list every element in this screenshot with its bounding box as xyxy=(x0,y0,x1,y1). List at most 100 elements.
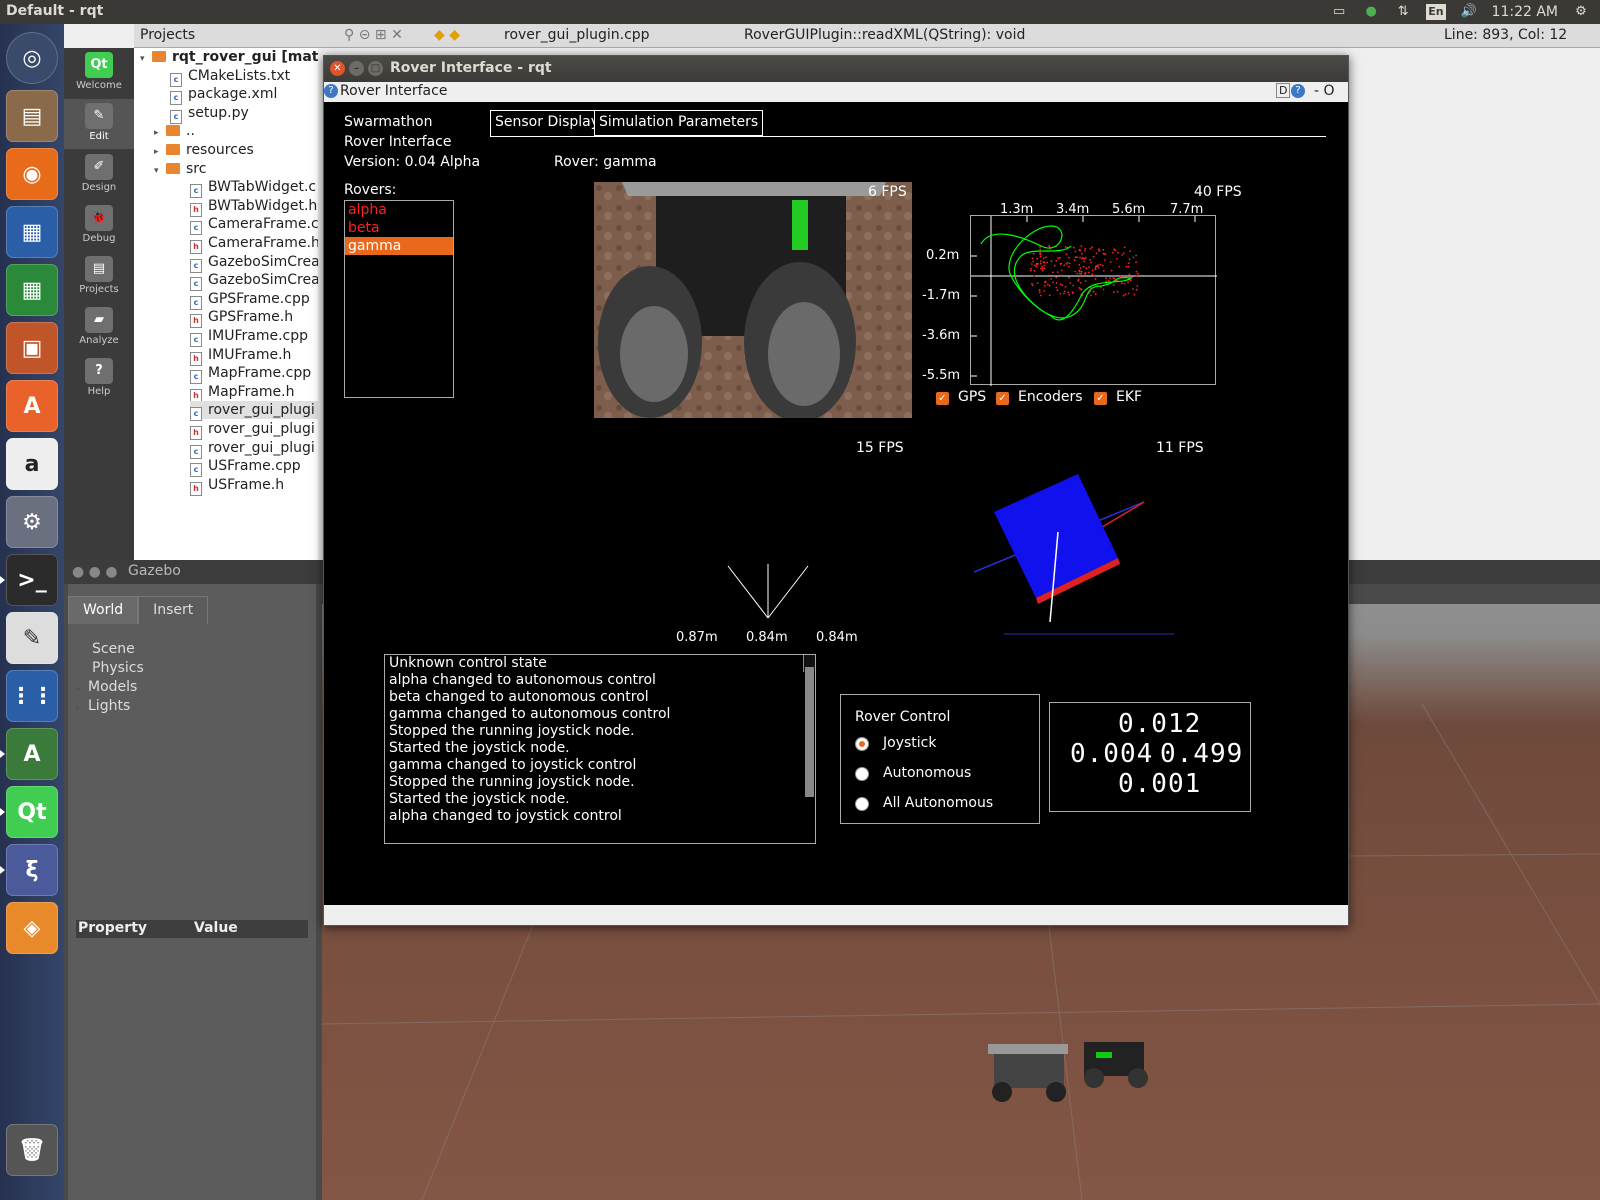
filter-icon[interactable]: ⚲ ⊝ ⊞ ✕ xyxy=(344,27,403,43)
package-icon[interactable]: ◈ xyxy=(6,902,58,954)
plugin-help-icon[interactable]: ? xyxy=(1291,84,1305,98)
terminal-icon[interactable]: >_ xyxy=(0,554,58,606)
tree-item-models[interactable]: ▸ Models xyxy=(76,678,144,697)
tree-item[interactable]: ▾ src xyxy=(154,160,206,178)
gps-checkbox[interactable]: ✓ xyxy=(936,392,949,405)
tree-root[interactable]: ▾ rqt_rover_gui [matt xyxy=(140,48,318,66)
tree-item-physics[interactable]: Physics xyxy=(76,659,144,678)
tree-item[interactable]: h CameraFrame.h xyxy=(190,234,318,254)
tree-item[interactable]: h IMUFrame.h xyxy=(190,346,291,366)
tree-item[interactable]: c MapFrame.cpp xyxy=(190,364,311,385)
close-icon[interactable]: ✕ xyxy=(330,61,345,76)
expand-icon[interactable]: ▸ xyxy=(154,143,166,161)
qt-creator-icon[interactable]: Qt xyxy=(0,786,58,838)
gazebo-icon[interactable]: ξ xyxy=(0,844,58,896)
dock-button[interactable]: D xyxy=(1276,83,1291,98)
tree-item[interactable]: c USFrame.cpp xyxy=(190,457,301,478)
tree-item[interactable]: h MapFrame.h xyxy=(190,383,295,403)
tree-item[interactable]: c package.xml xyxy=(170,85,277,106)
ekf-point xyxy=(1121,254,1124,256)
mode-design[interactable]: ✐ Design xyxy=(64,150,134,200)
tree-item[interactable]: c GPSFrame.cpp xyxy=(190,290,310,310)
radio-all-autonomous[interactable] xyxy=(855,797,869,811)
tree-item[interactable]: c rover_gui_plugi xyxy=(190,401,318,422)
projects-combo[interactable]: Projects xyxy=(140,27,195,43)
apps-grid-icon[interactable]: ⋮⋮ xyxy=(6,670,58,722)
mode-help[interactable]: ? Help xyxy=(64,354,134,404)
tab-simulation-parameters[interactable]: Simulation Parameters xyxy=(594,110,764,136)
imu-value-2b: 0.499 xyxy=(1160,739,1244,769)
rover-item-alpha[interactable]: alpha xyxy=(345,201,453,219)
tab-world[interactable]: World xyxy=(68,596,139,624)
nav-arrows-icon[interactable]: ◆ ◆ xyxy=(434,27,460,43)
network-icon[interactable]: ⇅ xyxy=(1394,4,1412,20)
calc-icon[interactable]: ▦ xyxy=(6,264,58,316)
amazon-icon[interactable]: a xyxy=(6,438,58,490)
firefox-icon[interactable]: ◉ xyxy=(6,148,58,200)
trash-icon[interactable]: 🗑 xyxy=(6,1124,58,1176)
tree-item[interactable]: ▸ resources xyxy=(154,141,254,159)
writer-icon[interactable]: ▦ xyxy=(6,206,58,258)
tree-item[interactable]: h USFrame.h xyxy=(190,476,284,496)
mode-analyze[interactable]: ▰ Analyze xyxy=(64,303,134,353)
plugin-close-button[interactable]: - O xyxy=(1314,83,1335,99)
expand-icon[interactable]: ▾ xyxy=(140,50,152,68)
clock[interactable]: 11:22 AM xyxy=(1492,4,1558,20)
tree-item[interactable]: c CameraFrame.c xyxy=(190,215,318,236)
log-scrollbar[interactable] xyxy=(803,655,815,797)
radio-joystick-label[interactable]: Joystick xyxy=(883,735,936,751)
tree-item[interactable]: c setup.py xyxy=(170,104,249,124)
help-icon[interactable]: ? xyxy=(324,84,338,98)
rover-list[interactable]: alpha beta gamma xyxy=(344,200,454,398)
radio-autonomous[interactable] xyxy=(855,767,869,781)
tree-item[interactable]: h GPSFrame.h xyxy=(190,308,293,329)
tree-item-scene[interactable]: Scene xyxy=(76,640,144,659)
tree-item[interactable]: c rover_gui_plugi xyxy=(190,439,315,459)
tree-item[interactable]: c IMUFrame.cpp xyxy=(190,327,308,347)
expand-icon[interactable]: ▾ xyxy=(154,162,166,180)
radio-joystick[interactable] xyxy=(855,737,869,751)
tree-item[interactable]: ▸.. xyxy=(154,122,195,140)
software-center-icon[interactable]: A xyxy=(6,380,58,432)
update-icon[interactable]: ● xyxy=(1362,4,1380,20)
volume-icon[interactable]: 🔊 xyxy=(1460,4,1478,20)
tree-item[interactable]: c GazeboSimCrea xyxy=(190,253,318,273)
radio-all-autonomous-label[interactable]: All Autonomous xyxy=(883,795,993,811)
gazebo-window-buttons[interactable]: ● ● ● xyxy=(72,564,118,580)
minimize-icon[interactable]: – xyxy=(349,61,364,76)
dash-ubuntu-icon[interactable]: ◎ xyxy=(6,32,58,84)
impress-icon[interactable]: ▣ xyxy=(6,322,58,374)
tree-item[interactable]: c CMakeLists.txt xyxy=(170,67,290,87)
mode-debug[interactable]: 🐞 Debug xyxy=(64,201,134,251)
log-scrollbar-thumb[interactable] xyxy=(805,667,814,797)
rover-item-gamma[interactable]: gamma xyxy=(345,237,453,255)
mode-welcome[interactable]: Qt Welcome xyxy=(64,48,134,98)
mode-edit[interactable]: ✎ Edit xyxy=(64,99,134,149)
map-plot[interactable] xyxy=(970,215,1217,386)
maximize-icon[interactable]: □ xyxy=(368,61,383,76)
updater-icon[interactable]: A xyxy=(0,728,58,780)
tab-sensor-display[interactable]: Sensor Display xyxy=(490,110,605,136)
encoders-checkbox[interactable]: ✓ xyxy=(996,392,1009,405)
expand-icon[interactable]: ▸ xyxy=(154,124,166,142)
ekf-checkbox[interactable]: ✓ xyxy=(1094,392,1107,405)
project-tree[interactable]: ▾ rqt_rover_gui [matt c CMakeLists.txt c pack… xyxy=(134,48,318,560)
mode-projects[interactable]: ▤ Projects xyxy=(64,252,134,302)
tree-item-lights[interactable]: ▸ Lights xyxy=(76,697,144,716)
keyboard-icon[interactable]: ▭ xyxy=(1330,4,1348,20)
function-combo[interactable]: RoverGUIPlugin::readXML(QString): void xyxy=(744,27,1025,43)
language-indicator[interactable]: En xyxy=(1426,4,1446,20)
tree-item[interactable]: h BWTabWidget.h xyxy=(190,197,317,217)
tree-item[interactable]: c GazeboSimCrea xyxy=(190,271,318,292)
file-combo[interactable]: rover_gui_plugin.cpp xyxy=(504,27,650,43)
text-editor-icon[interactable]: ✎ xyxy=(6,612,58,664)
tree-item[interactable]: h rover_gui_plugi xyxy=(190,420,315,440)
system-settings-icon[interactable]: ⚙ xyxy=(6,496,58,548)
rover-item-beta[interactable]: beta xyxy=(345,219,453,237)
files-icon[interactable]: ▤ xyxy=(6,90,58,142)
tree-item[interactable]: c BWTabWidget.c xyxy=(190,178,316,199)
radio-autonomous-label[interactable]: Autonomous xyxy=(883,765,971,781)
settings-gear-icon[interactable]: ⚙ xyxy=(1572,4,1590,20)
log-console[interactable]: Unknown control state alpha changed to au… xyxy=(384,654,816,844)
tab-insert[interactable]: Insert xyxy=(138,596,209,624)
